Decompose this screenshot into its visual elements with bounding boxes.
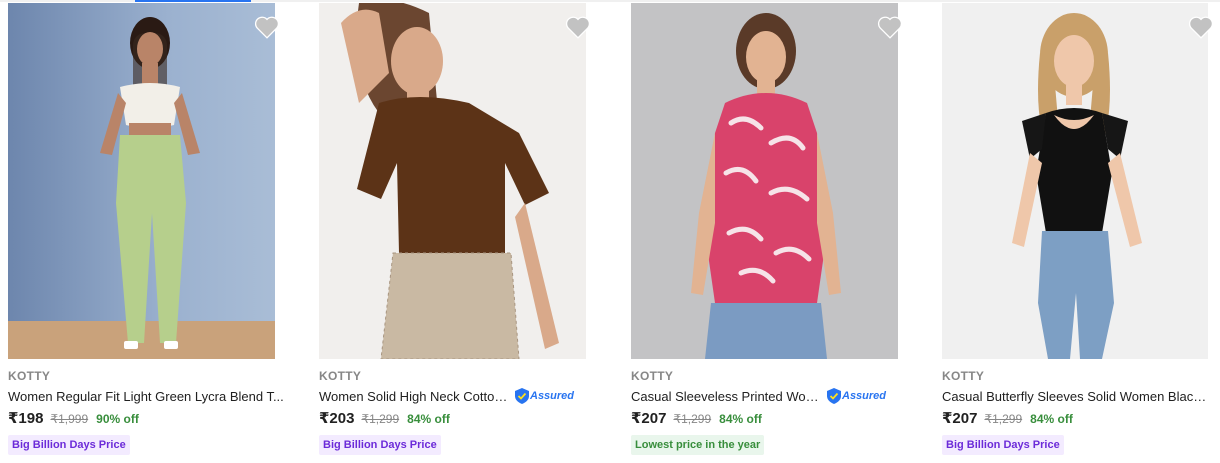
assured-label: Assured (842, 390, 887, 402)
product-brand: KOTTY (631, 369, 674, 383)
wishlist-heart-icon[interactable] (877, 15, 903, 39)
selling-price: ₹207 (631, 410, 667, 427)
selling-price: ₹198 (8, 410, 44, 427)
product-title[interactable]: Women Solid High Neck Cotton ... (319, 389, 511, 404)
assured-badge: Assured (827, 388, 886, 404)
product-photo-pink-printed-top (631, 3, 898, 359)
original-price: ₹1,299 (673, 412, 712, 426)
active-tab-indicator (135, 0, 251, 2)
discount-percent: 90% off (96, 412, 139, 426)
product-title-row: Women Solid High Neck Cotton ... Assured (319, 386, 595, 406)
product-brand: KOTTY (319, 369, 362, 383)
product-title[interactable]: Casual Butterfly Sleeves Solid Women Bla… (942, 389, 1212, 404)
product-image[interactable] (631, 3, 898, 359)
product-brand: KOTTY (8, 369, 51, 383)
original-price: ₹1,999 (50, 412, 89, 426)
product-brand: KOTTY (942, 369, 985, 383)
discount-percent: 84% off (719, 412, 762, 426)
product-title-row: Casual Sleeveless Printed Wome... Assure… (631, 386, 907, 406)
wishlist-heart-icon[interactable] (1188, 15, 1214, 39)
original-price: ₹1,299 (984, 412, 1023, 426)
product-card[interactable]: KOTTY Women Regular Fit Light Green Lycr… (8, 3, 284, 463)
assured-shield-icon (827, 388, 841, 404)
product-card[interactable]: KOTTY Casual Butterfly Sleeves Solid Wom… (942, 3, 1218, 463)
assured-shield-icon (515, 388, 529, 404)
wishlist-heart-icon[interactable] (254, 15, 280, 39)
product-card[interactable]: KOTTY Women Solid High Neck Cotton ... A… (319, 3, 595, 463)
product-title-row: Women Regular Fit Light Green Lycra Blen… (8, 386, 284, 406)
price-row: ₹198 ₹1,999 90% off (8, 409, 139, 427)
offer-tag: Big Billion Days Price (319, 435, 441, 455)
product-photo-brown-top (319, 3, 586, 359)
product-title[interactable]: Casual Sleeveless Printed Wome... (631, 389, 825, 404)
product-image[interactable] (8, 3, 275, 359)
assured-label: Assured (530, 390, 575, 402)
product-photo-green-trousers (8, 3, 275, 359)
selling-price: ₹203 (319, 410, 355, 427)
selling-price: ₹207 (942, 410, 978, 427)
discount-percent: 84% off (407, 412, 450, 426)
price-row: ₹207 ₹1,299 84% off (942, 409, 1073, 427)
price-row: ₹207 ₹1,299 84% off (631, 409, 762, 427)
offer-tag: Big Billion Days Price (942, 435, 1064, 455)
price-row: ₹203 ₹1,299 84% off (319, 409, 450, 427)
offer-tag: Big Billion Days Price (8, 435, 130, 455)
product-title[interactable]: Women Regular Fit Light Green Lycra Blen… (8, 389, 284, 404)
product-image[interactable] (319, 3, 586, 359)
product-image[interactable] (942, 3, 1208, 359)
product-title-row: Casual Butterfly Sleeves Solid Women Bla… (942, 386, 1218, 406)
lowest-price-tag: Lowest price in the year (631, 435, 765, 455)
product-photo-black-butterfly-top (942, 3, 1208, 359)
original-price: ₹1,299 (361, 412, 400, 426)
product-card[interactable]: KOTTY Casual Sleeveless Printed Wome... … (631, 3, 907, 463)
discount-percent: 84% off (1030, 412, 1073, 426)
wishlist-heart-icon[interactable] (565, 15, 591, 39)
assured-badge: Assured (515, 388, 574, 404)
